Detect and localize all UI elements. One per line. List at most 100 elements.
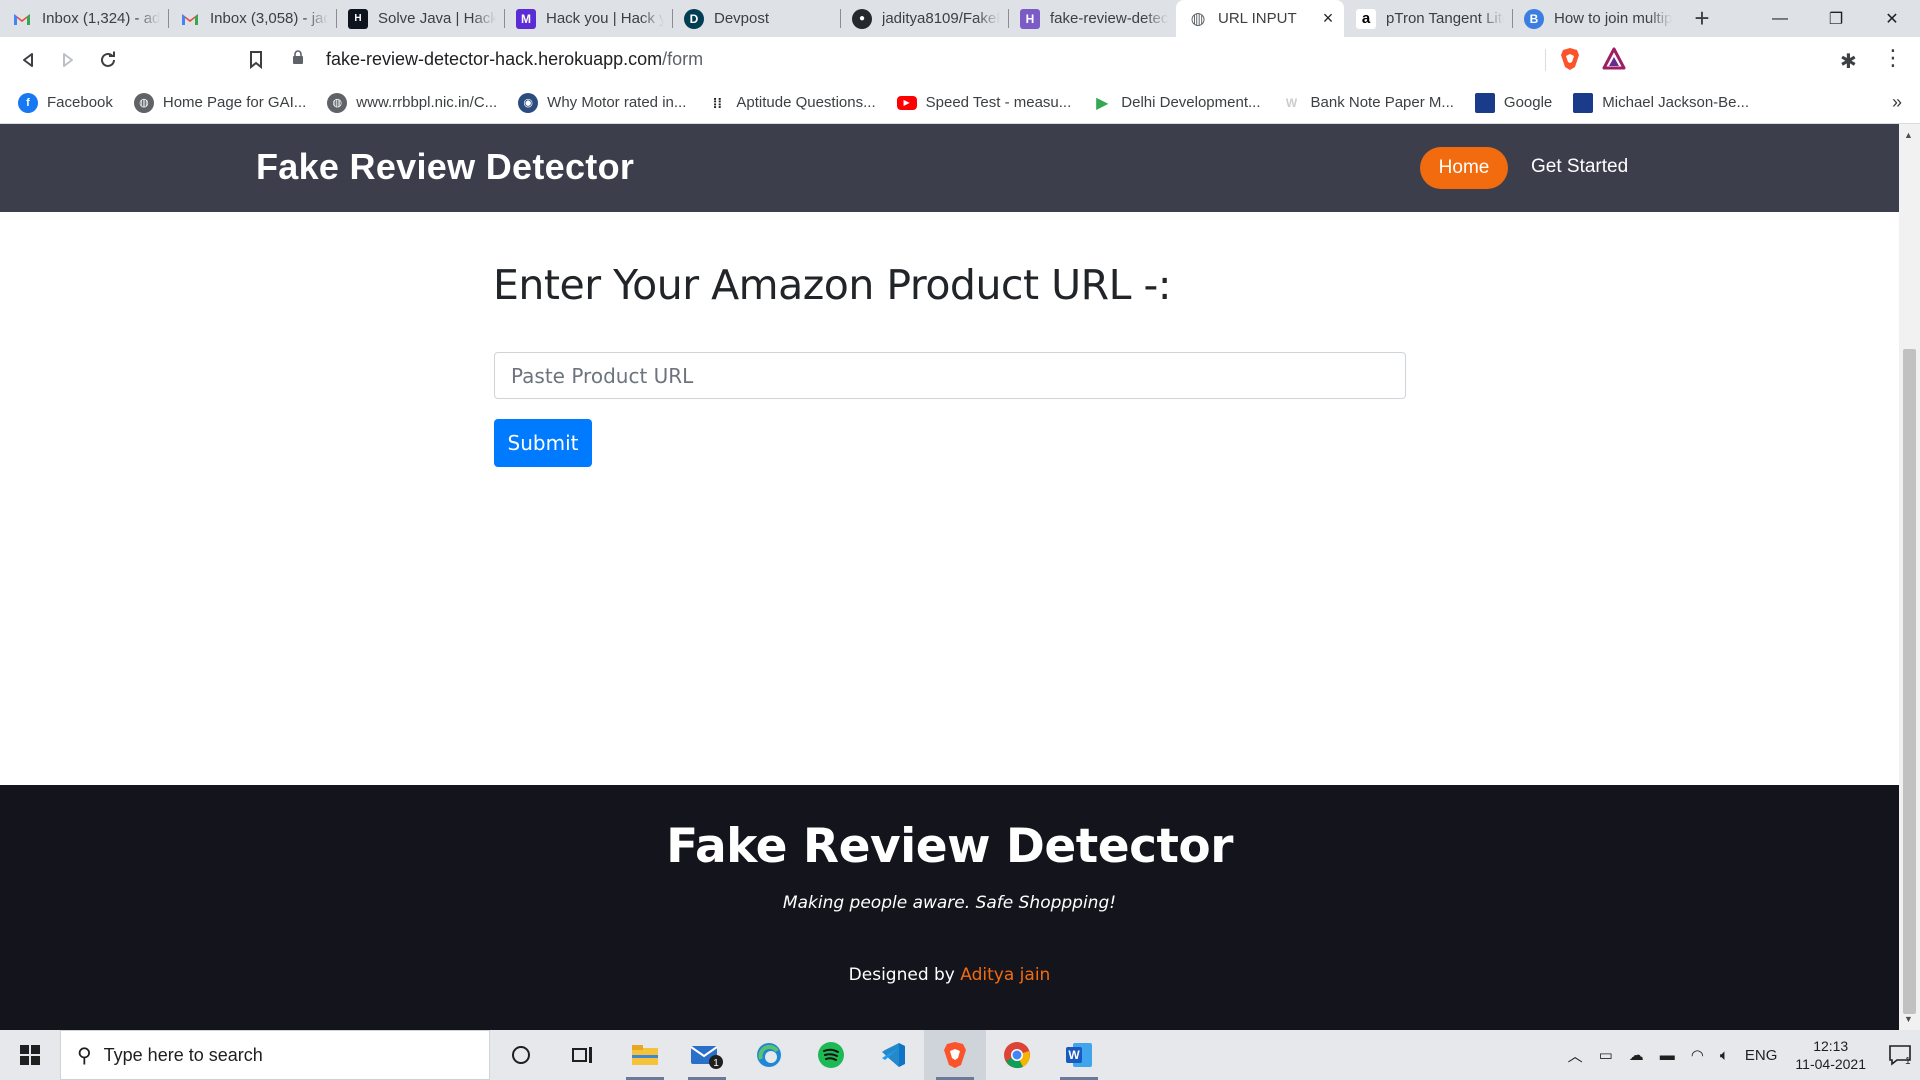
quora-icon: ◉ <box>518 92 539 113</box>
grid-icon: ⁞⁞ <box>712 94 723 111</box>
lock-icon <box>292 50 312 68</box>
extensions-icon[interactable]: ✱ <box>1840 49 1857 74</box>
page-scrollbar[interactable]: ▲ ▼ <box>1899 124 1920 1030</box>
tab-gmail-2[interactable]: Inbox (3,058) - jadit <box>168 0 336 37</box>
language-indicator[interactable]: ENG <box>1745 1047 1778 1064</box>
b-icon: B <box>1524 8 1544 29</box>
taskbar-search[interactable]: ⚲ Type here to search <box>60 1030 490 1080</box>
gmail-icon <box>12 9 32 29</box>
site-header: Fake Review Detector Home Get Started <box>0 124 1899 212</box>
devpost-icon: D <box>684 8 704 29</box>
tab-hack-you[interactable]: M Hack you | Hack your <box>504 0 672 37</box>
bookmark-label: Delhi Development... <box>1121 94 1261 111</box>
bookmark-gail[interactable]: ◍ Home Page for GAI... <box>133 92 307 113</box>
scrollbar-thumb[interactable] <box>1903 349 1916 1014</box>
bookmark-facebook[interactable]: f Facebook <box>18 92 113 113</box>
product-url-input[interactable] <box>494 352 1406 399</box>
close-tab-icon[interactable]: × <box>1320 8 1336 29</box>
browser-toolbar: fake-review-detector-hack.herokuapp.com/… <box>0 37 1920 82</box>
nav-get-started-link[interactable]: Get Started <box>1531 156 1628 178</box>
nav-home-button[interactable]: Home <box>1420 147 1508 189</box>
notifications-icon[interactable]: 1 <box>1880 1044 1920 1066</box>
mail-icon[interactable]: 1 <box>676 1030 738 1080</box>
tab-title: URL INPUT <box>1218 10 1297 27</box>
amazon-icon: a <box>1356 8 1376 29</box>
tab-amazon[interactable]: a pTron Tangent Lite <box>1344 0 1512 37</box>
bookmark-label: Google <box>1503 94 1553 111</box>
bookmark-label: Home Page for GAI... <box>162 94 307 111</box>
site-footer: Fake Review Detector Making people aware… <box>0 785 1899 1030</box>
meet-now-icon[interactable]: ▭ <box>1599 1046 1613 1064</box>
footer-credit: Designed by Aditya jain <box>0 965 1899 985</box>
battery-icon[interactable]: ▬ <box>1660 1047 1675 1064</box>
file-explorer-icon[interactable] <box>614 1030 676 1080</box>
forward-icon[interactable] <box>48 40 88 80</box>
tab-gmail-1[interactable]: Inbox (1,324) - aditya <box>0 0 168 37</box>
brave-rewards-icon[interactable] <box>1602 47 1626 71</box>
scroll-up-icon[interactable]: ▲ <box>1904 130 1913 140</box>
bookmark-google[interactable]: Google <box>1474 92 1553 113</box>
cortana-icon[interactable] <box>490 1030 552 1080</box>
play-icon: ▶ <box>1096 94 1109 112</box>
tab-title: Inbox (1,324) - aditya <box>42 10 160 27</box>
tab-title: fake-review-detector <box>1050 10 1168 27</box>
bookmark-label: Michael Jackson-Be... <box>1602 94 1750 111</box>
bookmark-rrbbpl[interactable]: ◍ www.rrbbpl.nic.in/C... <box>327 92 497 113</box>
browser-menu-icon[interactable]: ⋮ <box>1882 45 1904 71</box>
bookmark-speedtest[interactable]: ▶ Speed Test - measu... <box>896 94 1072 111</box>
bookmark-icon[interactable] <box>236 40 276 80</box>
chevron-up-icon[interactable]: ︿ <box>1568 1045 1583 1066</box>
taskbar-clock[interactable]: 12:13 11-04-2021 <box>1795 1037 1866 1073</box>
task-view-icon[interactable] <box>552 1030 614 1080</box>
back-icon[interactable] <box>8 40 48 80</box>
tab-title: Solve Java | HackerRank <box>378 10 496 27</box>
word-icon[interactable]: W <box>1048 1030 1110 1080</box>
submit-button[interactable]: Submit <box>494 419 592 467</box>
close-window-icon[interactable]: ✕ <box>1864 0 1920 37</box>
tab-devpost[interactable]: D Devpost <box>672 0 840 37</box>
bookmark-delhi[interactable]: ▶ Delhi Development... <box>1092 93 1260 113</box>
onedrive-icon[interactable]: ☁ <box>1629 1046 1644 1064</box>
address-bar[interactable]: fake-review-detector-hack.herokuapp.com/… <box>278 42 1634 76</box>
brave-shields-icon[interactable] <box>1560 47 1580 71</box>
wifi-icon[interactable]: ◠ <box>1691 1046 1704 1064</box>
tab-title: How to join multiple <box>1554 10 1672 27</box>
spotify-icon[interactable] <box>800 1030 862 1080</box>
bookmark-aptitude[interactable]: ⁞⁞ Aptitude Questions... <box>707 93 876 113</box>
volume-icon[interactable]: 🔈︎ <box>1720 1047 1729 1064</box>
tab-hackerrank[interactable]: H Solve Java | HackerRank <box>336 0 504 37</box>
vscode-icon[interactable] <box>862 1030 924 1080</box>
author-link[interactable]: Aditya jain <box>960 965 1050 985</box>
tab-title: jaditya8109/FakeReview <box>882 10 1000 27</box>
footer-tagline: Making people aware. Safe Shoppping! <box>782 893 1117 913</box>
reload-icon[interactable] <box>88 40 128 80</box>
bookmark-label: Why Motor rated in... <box>547 94 687 111</box>
tab-how-to-join[interactable]: B How to join multiple <box>1512 0 1680 37</box>
brave-icon[interactable] <box>924 1030 986 1080</box>
new-tab-button[interactable]: + <box>1680 0 1724 37</box>
wiki-icon: W <box>1285 95 1298 110</box>
scroll-down-icon[interactable]: ▼ <box>1904 1014 1913 1024</box>
bookmark-michael-jackson[interactable]: Michael Jackson-Be... <box>1573 92 1750 113</box>
site-brand[interactable]: Fake Review Detector <box>256 146 634 188</box>
bookmark-banknote[interactable]: W Bank Note Paper M... <box>1282 93 1454 113</box>
more-bookmarks-icon[interactable]: » <box>1892 92 1902 113</box>
minimize-icon[interactable]: — <box>1752 0 1808 37</box>
clock-date: 11-04-2021 <box>1795 1056 1866 1072</box>
restore-icon[interactable]: ❐ <box>1808 0 1864 37</box>
tab-heroku[interactable]: H fake-review-detector <box>1008 0 1176 37</box>
tab-strip: Inbox (1,324) - aditya Inbox (3,058) - j… <box>0 0 1920 37</box>
youtube-icon: ▶ <box>896 95 917 110</box>
windows-start-icon[interactable] <box>0 1030 60 1080</box>
bookmark-label: Speed Test - measu... <box>925 94 1072 111</box>
bookmark-motor[interactable]: ◉ Why Motor rated in... <box>518 92 687 113</box>
bookmark-label: Facebook <box>47 94 113 111</box>
bookmarks-bar: f Facebook ◍ Home Page for GAI... ◍ www.rrb… <box>0 82 1920 124</box>
tab-github[interactable]: ● jaditya8109/FakeReview <box>840 0 1008 37</box>
url-host: fake-review-detector-hack.herokuapp.com <box>326 48 663 69</box>
bookmark-label: Bank Note Paper M... <box>1310 94 1454 111</box>
tab-url-input[interactable]: ◍ URL INPUT × <box>1176 0 1344 37</box>
chrome-icon[interactable] <box>986 1030 1048 1080</box>
tab-title: Devpost <box>714 10 770 27</box>
edge-icon[interactable] <box>738 1030 800 1080</box>
